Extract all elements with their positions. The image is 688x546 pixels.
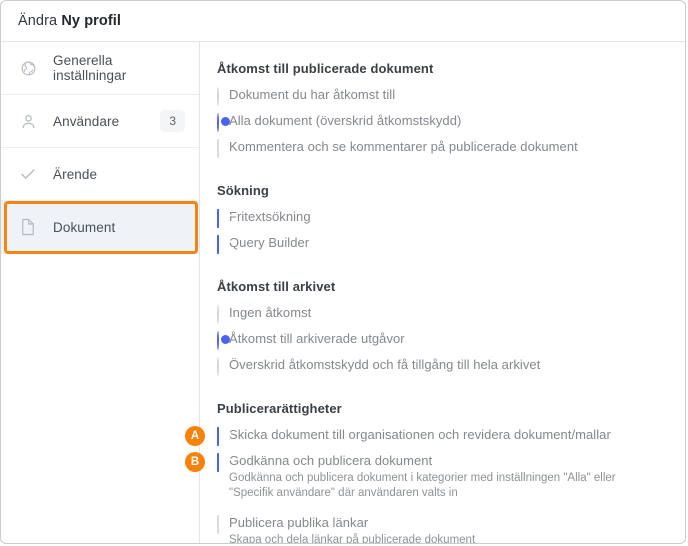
- option-text: Alla dokument (överskrid åtkomstskydd): [229, 111, 461, 130]
- option-text: Query Builder: [229, 233, 309, 252]
- settings-panel: Åtkomst till publicerade dokument Dokumen…: [185, 42, 685, 544]
- checkbox-option-row[interactable]: Kommentera och se kommentarer på publice…: [217, 137, 685, 162]
- document-icon: [18, 217, 38, 237]
- page-title: Ändra Ny profil: [18, 13, 121, 29]
- sidebar-item-rende[interactable]: Ärende: [1, 148, 199, 201]
- checkbox-unchecked-icon[interactable]: [217, 139, 219, 158]
- option-text: Godkänna och publicera dokument Godkänna …: [229, 451, 629, 501]
- radio-checked-icon[interactable]: [217, 113, 219, 132]
- radio-control[interactable]: [217, 113, 219, 132]
- sidebar-item-label: Generella inställningar: [53, 53, 127, 83]
- sidebar-item-label: Ärende: [53, 166, 98, 182]
- option-text: Fritextsökning: [229, 207, 311, 226]
- radio-option-row[interactable]: Åtkomst till arkiverade utgåvor: [217, 329, 685, 354]
- radio-unchecked-icon[interactable]: [217, 357, 219, 376]
- radio-control[interactable]: [217, 331, 219, 350]
- option-label: Publicera publika länkar: [229, 515, 369, 530]
- annotation-badge-b: B: [185, 452, 205, 472]
- sidebar-item-label: Dokument: [53, 219, 116, 235]
- section-heading: Sökning: [217, 183, 269, 198]
- checkbox-checked-icon[interactable]: [217, 235, 219, 254]
- radio-unchecked-icon[interactable]: [217, 87, 219, 106]
- checkbox-control[interactable]: [217, 515, 219, 534]
- sidebar-item-anvndare[interactable]: Användare 3: [1, 95, 199, 148]
- page-title-prefix: Ändra: [18, 13, 62, 29]
- option-label: Alla dokument (överskrid åtkomstskydd): [229, 113, 462, 128]
- edit-profile-dialog: Ändra Ny profil Generella inställningar A…: [0, 0, 686, 544]
- option-label: Godkänna och publicera dokument: [229, 453, 433, 468]
- radio-control[interactable]: [217, 305, 219, 324]
- option-label: Fritextsökning: [229, 209, 311, 224]
- checkbox-option-row[interactable]: A Skicka dokument till organisationen och…: [185, 425, 685, 450]
- option-label: Åtkomst till arkiverade utgåvor: [229, 331, 405, 346]
- option-text: Dokument du har åtkomst till: [229, 85, 395, 104]
- radio-option-row[interactable]: Alla dokument (överskrid åtkomstskydd): [217, 111, 685, 136]
- checkbox-checked-icon[interactable]: [217, 427, 219, 446]
- option-text: Ingen åtkomst: [229, 303, 311, 322]
- settings-section: Åtkomst till arkivet Ingen åtkomst Åtkomst…: [217, 279, 685, 380]
- option-description: Godkänna och publicera dokument i katego…: [229, 472, 616, 499]
- section-heading: Åtkomst till arkivet: [217, 279, 336, 294]
- settings-section: Åtkomst till publicerade dokument Dokumen…: [217, 61, 685, 162]
- checkbox-option-row[interactable]: Fritextsökning: [217, 207, 685, 232]
- option-text: Överskrid åtkomstskydd och få tillgång t…: [229, 355, 540, 374]
- section-heading: Publicerarättigheter: [217, 401, 342, 416]
- sidebar-item-dokument[interactable]: Dokument: [1, 201, 199, 254]
- checkbox-unchecked-icon[interactable]: [217, 515, 219, 534]
- user-icon: [18, 111, 38, 131]
- radio-option-row[interactable]: Dokument du har åtkomst till: [217, 85, 685, 110]
- radio-checked-icon[interactable]: [217, 331, 219, 350]
- check-icon: [18, 164, 38, 184]
- radio-option-row[interactable]: Överskrid åtkomstskydd och få tillgång t…: [217, 355, 685, 380]
- option-label: Överskrid åtkomstskydd och få tillgång t…: [229, 357, 541, 372]
- checkbox-checked-icon[interactable]: [217, 209, 219, 228]
- checkbox-control[interactable]: [217, 209, 219, 228]
- checkbox-checked-icon[interactable]: [217, 453, 219, 472]
- dialog-body: Generella inställningar Användare 3 Ärende D…: [1, 42, 685, 544]
- settings-section: Publicerarättigheter A Skicka dokument til…: [185, 401, 685, 544]
- checkbox-control[interactable]: [217, 427, 219, 446]
- checkbox-control[interactable]: [217, 453, 219, 472]
- sidebar-item-count-badge: 3: [160, 110, 185, 132]
- option-text: Åtkomst till arkiverade utgåvor: [229, 329, 405, 348]
- section-heading: Åtkomst till publicerade dokument: [217, 61, 434, 76]
- checkbox-control[interactable]: [217, 139, 219, 158]
- option-label: Skicka dokument till organisationen och …: [229, 427, 611, 442]
- checkbox-option-row[interactable]: Query Builder: [217, 233, 685, 258]
- annotation-badge-a: A: [185, 426, 205, 446]
- radio-unchecked-icon[interactable]: [217, 305, 219, 324]
- radio-option-row[interactable]: Ingen åtkomst: [217, 303, 685, 328]
- option-description: Skapa och dela länkar på publicerade dok…: [229, 534, 476, 544]
- sidebar-item-label: Användare: [53, 113, 120, 129]
- option-text: Kommentera och se kommentarer på publice…: [229, 137, 578, 156]
- option-label: Query Builder: [229, 235, 310, 250]
- sidebar-item-generella[interactable]: Generella inställningar: [1, 42, 199, 95]
- option-label: Ingen åtkomst: [229, 305, 312, 320]
- checkbox-control[interactable]: [217, 235, 219, 254]
- sidebar: Generella inställningar Användare 3 Ärende D…: [1, 42, 200, 543]
- radio-control[interactable]: [217, 357, 219, 376]
- option-label: Kommentera och se kommentarer på publice…: [229, 139, 578, 154]
- checkbox-option-row[interactable]: Publicera publika länkar Skapa och dela l…: [217, 513, 685, 544]
- globe-icon: [18, 58, 38, 78]
- option-text: Skicka dokument till organisationen och …: [229, 425, 611, 444]
- radio-control[interactable]: [217, 87, 219, 106]
- page-title-profile-name: Ny profil: [61, 13, 122, 29]
- option-text: Publicera publika länkar Skapa och dela l…: [229, 513, 476, 544]
- checkbox-option-row[interactable]: B Godkänna och publicera dokument Godkänna…: [185, 451, 685, 501]
- option-label: Dokument du har åtkomst till: [229, 87, 396, 102]
- dialog-header: Ändra Ny profil: [1, 1, 685, 42]
- settings-section: Sökning Fritextsökning Query Builder: [217, 183, 685, 258]
